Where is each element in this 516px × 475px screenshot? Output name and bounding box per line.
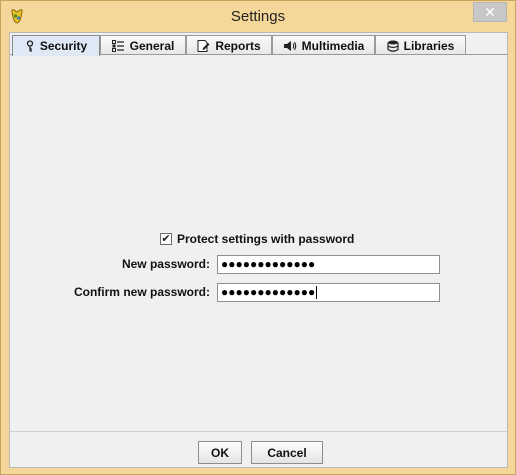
protect-settings-row[interactable]: ✔ Protect settings with password xyxy=(160,231,354,247)
text-caret xyxy=(316,286,318,300)
protect-settings-checkbox[interactable]: ✔ xyxy=(160,233,172,245)
dialog-button-bar: OK Cancel xyxy=(10,431,507,468)
window-title: Settings xyxy=(230,8,286,25)
ok-button[interactable]: OK xyxy=(198,441,242,464)
confirm-password-value: ●●●●●●●●●●●●● xyxy=(221,285,316,299)
key-icon xyxy=(25,40,35,52)
tab-label: Security xyxy=(39,39,88,53)
dialog-client-area: Security General Reports Multimedia Libr… xyxy=(9,32,508,468)
settings-window: Settings ✕ Security General Reports Mult… xyxy=(0,0,516,475)
list-icon xyxy=(111,39,125,52)
tab-multimedia[interactable]: Multimedia xyxy=(272,35,375,55)
tab-security[interactable]: Security xyxy=(12,35,100,56)
cancel-button[interactable]: Cancel xyxy=(251,441,323,464)
tab-reports[interactable]: Reports xyxy=(186,35,272,55)
tab-general[interactable]: General xyxy=(100,35,186,55)
tab-strip: Security General Reports Multimedia Libr… xyxy=(12,35,507,56)
security-panel: ✔ Protect settings with password New pas… xyxy=(10,54,507,431)
tab-libraries[interactable]: Libraries xyxy=(375,35,466,55)
new-password-label: New password: xyxy=(121,257,210,271)
confirm-password-field[interactable]: ●●●●●●●●●●●●● xyxy=(217,283,440,302)
tab-label: Multimedia xyxy=(301,38,365,53)
protect-settings-label: Protect settings with password xyxy=(177,232,355,246)
tab-label: Libraries xyxy=(403,38,455,53)
database-icon xyxy=(387,40,399,52)
close-icon: ✕ xyxy=(484,4,496,20)
close-button[interactable]: ✕ xyxy=(473,2,507,22)
new-password-value: ●●●●●●●●●●●●● xyxy=(221,257,316,271)
report-icon xyxy=(197,39,210,52)
tab-label: Reports xyxy=(215,38,261,53)
confirm-password-label: Confirm new password: xyxy=(73,285,210,299)
speaker-icon xyxy=(283,40,297,52)
title-bar[interactable]: Settings ✕ xyxy=(1,1,515,32)
new-password-field[interactable]: ●●●●●●●●●●●●● xyxy=(217,255,440,274)
tab-label: General xyxy=(129,38,175,53)
